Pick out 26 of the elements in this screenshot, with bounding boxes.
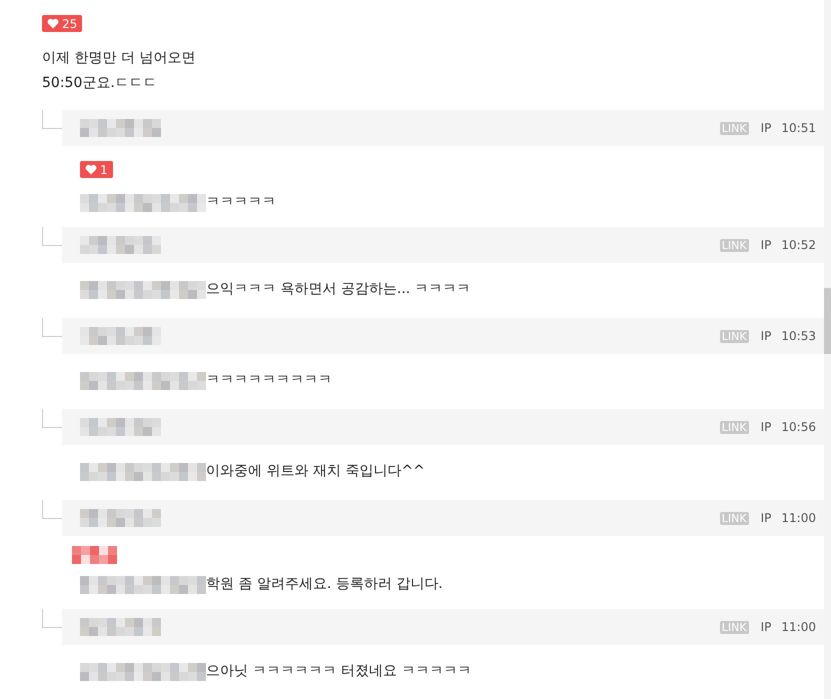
ip-label: IP xyxy=(760,619,772,636)
comment-text: 50:50군요.ㄷㄷㄷ xyxy=(42,74,158,93)
reply-time: 10:52 xyxy=(781,237,816,254)
reply-text: 학원 좀 알려주세요. 등록하러 갑니다. xyxy=(206,575,443,594)
reply-text: ㅋㅋㅋㅋㅋㅋㅋㅋㅋ xyxy=(206,371,332,390)
reply-time: 11:00 xyxy=(781,510,816,527)
reply-text: 이와중에 위트와 재치 죽입니다^^ xyxy=(206,462,425,481)
blurred-badge-drawing xyxy=(72,546,117,564)
reply-text: 으익ㅋㅋㅋ 욕하면서 공감하는... ㅋㅋㅋㅋ xyxy=(206,280,471,299)
reply-time: 10:53 xyxy=(781,328,816,345)
ip-label: IP xyxy=(760,120,772,137)
reply-time: 11:00 xyxy=(781,619,816,636)
ip-label: IP xyxy=(760,419,772,436)
reply-time: 10:56 xyxy=(781,419,816,436)
reply-text: 으아닛 ㅋㅋㅋㅋㅋㅋ 터졌네요 ㅋㅋㅋㅋㅋ xyxy=(206,662,472,681)
like-badge[interactable]: 25 xyxy=(42,15,82,32)
scrollbar[interactable] xyxy=(824,0,831,699)
ip-label: IP xyxy=(760,328,772,345)
comment-text: 이제 한명만 더 넘어오면 xyxy=(42,49,196,68)
ip-label: IP xyxy=(760,510,772,527)
heart-icon xyxy=(85,164,97,175)
like-badge[interactable]: 1 xyxy=(80,161,113,178)
reply-time: 10:51 xyxy=(781,120,816,137)
heart-icon xyxy=(47,18,59,29)
ip-label: IP xyxy=(760,237,772,254)
reply-text: ㅋㅋㅋㅋㅋ xyxy=(206,193,276,212)
